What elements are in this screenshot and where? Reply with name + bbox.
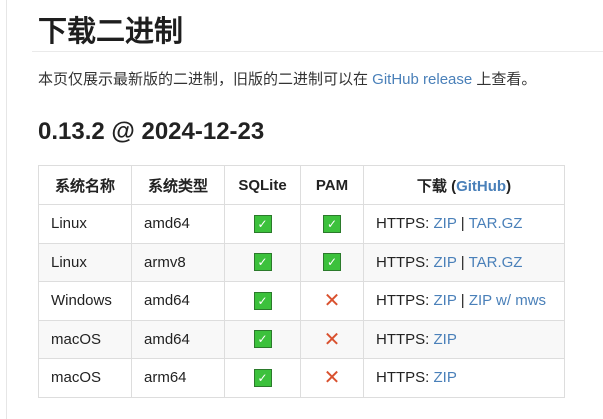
https-label: HTTPS:: [376, 292, 434, 310]
download-link[interactable]: ZIP: [434, 331, 457, 348]
arch-cell: amd64: [131, 204, 225, 244]
download-link[interactable]: ZIP w/ mws: [469, 292, 546, 309]
check-icon: ✓: [253, 330, 272, 349]
header-pam: PAM: [300, 165, 364, 205]
check-icon: ✓: [253, 214, 272, 233]
left-border: [6, 0, 7, 419]
sqlite-cell: ✓: [224, 281, 301, 321]
os-cell: macOS: [38, 358, 132, 398]
pam-cell: ✓: [300, 204, 364, 244]
check-icon: ✓: [253, 253, 272, 272]
download-link[interactable]: ZIP: [434, 215, 457, 232]
header-download-label: 下载 (: [416, 177, 457, 195]
arch-cell: armv8: [131, 242, 225, 282]
download-link[interactable]: ZIP: [434, 254, 457, 271]
arch-cell: amd64: [131, 281, 225, 321]
link-separator: |: [456, 253, 469, 271]
https-label: HTTPS:: [376, 253, 434, 271]
https-label: HTTPS:: [376, 369, 434, 387]
github-release-link[interactable]: GitHub release: [372, 71, 472, 88]
sqlite-cell: ✓: [224, 242, 301, 282]
pam-cell: ✕: [300, 358, 364, 398]
header-close-paren: ): [506, 177, 512, 195]
cross-icon: ✕: [323, 328, 341, 351]
check-icon: ✓: [253, 368, 272, 387]
pam-cell: ✕: [300, 281, 364, 321]
header-arch: 系统类型: [131, 165, 225, 205]
download-link[interactable]: TAR.GZ: [469, 254, 523, 271]
table-header: 系统名称 系统类型 SQLite PAM 下载 (GitHub): [38, 165, 565, 205]
version-heading: 0.13.2 @ 2024-12-23: [38, 118, 265, 145]
table-row: macOS arm64 ✓ ✕ HTTPS: ZIP: [38, 358, 565, 398]
header-os: 系统名称: [38, 165, 132, 205]
link-separator: |: [456, 292, 469, 310]
download-cell: HTTPS: ZIP | ZIP w/ mws: [363, 281, 565, 321]
download-cell: HTTPS: ZIP: [363, 319, 565, 359]
table-row: Windows amd64 ✓ ✕ HTTPS: ZIP | ZIP w/ mws: [38, 281, 565, 321]
intro-after: 上查看。: [472, 71, 537, 88]
pam-cell: ✓: [300, 242, 364, 282]
divider: [32, 51, 603, 52]
https-label: HTTPS:: [376, 215, 434, 233]
page-title: 下载二进制: [38, 16, 184, 48]
download-cell: HTTPS: ZIP | TAR.GZ: [363, 204, 565, 244]
check-icon: ✓: [323, 253, 341, 272]
sqlite-cell: ✓: [224, 204, 301, 244]
downloads-table: 系统名称 系统类型 SQLite PAM 下载 (GitHub) Linux am…: [38, 165, 565, 398]
os-cell: Linux: [38, 204, 132, 244]
os-cell: Linux: [38, 242, 132, 282]
table-row: Linux amd64 ✓ ✓ HTTPS: ZIP | TAR.GZ: [38, 204, 565, 244]
link-separator: |: [456, 215, 469, 233]
intro-text: 本页仅展示最新版的二进制，旧版的二进制可以在 GitHub release 上查…: [38, 68, 536, 89]
download-link[interactable]: ZIP: [434, 369, 457, 386]
https-label: HTTPS:: [376, 330, 434, 348]
download-link[interactable]: TAR.GZ: [469, 215, 523, 232]
pam-cell: ✕: [300, 319, 364, 359]
sqlite-cell: ✓: [224, 358, 301, 398]
header-download: 下载 (GitHub): [363, 165, 565, 205]
check-icon: ✓: [253, 291, 272, 310]
arch-cell: arm64: [131, 358, 225, 398]
download-link[interactable]: ZIP: [434, 292, 457, 309]
check-icon: ✓: [323, 214, 341, 233]
os-cell: Windows: [38, 281, 132, 321]
arch-cell: amd64: [131, 319, 225, 359]
cross-icon: ✕: [323, 367, 341, 390]
github-link[interactable]: GitHub: [456, 178, 506, 195]
table-row: Linux armv8 ✓ ✓ HTTPS: ZIP | TAR.GZ: [38, 242, 565, 282]
os-cell: macOS: [38, 319, 132, 359]
sqlite-cell: ✓: [224, 319, 301, 359]
header-sqlite: SQLite: [224, 165, 301, 205]
table-row: macOS amd64 ✓ ✕ HTTPS: ZIP: [38, 319, 565, 359]
intro-before: 本页仅展示最新版的二进制，旧版的二进制可以在: [38, 71, 373, 88]
download-cell: HTTPS: ZIP | TAR.GZ: [363, 242, 565, 282]
download-cell: HTTPS: ZIP: [363, 358, 565, 398]
cross-icon: ✕: [323, 290, 341, 313]
